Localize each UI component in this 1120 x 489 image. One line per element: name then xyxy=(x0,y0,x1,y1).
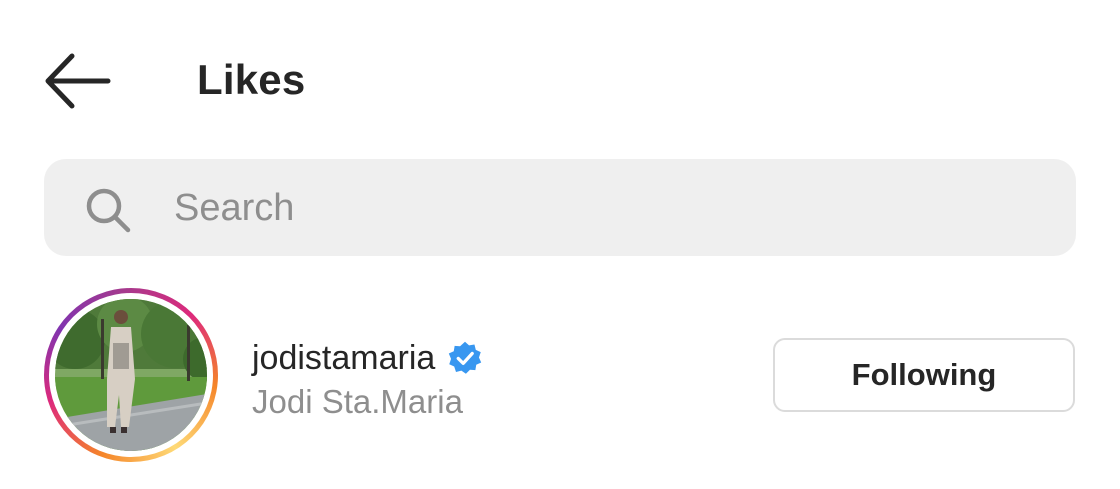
search-input[interactable] xyxy=(174,178,1054,238)
arrow-left-icon xyxy=(45,53,111,109)
avatar-ring-gap xyxy=(49,293,213,457)
avatar-story-ring[interactable] xyxy=(44,288,218,462)
page-title: Likes xyxy=(197,56,306,103)
following-button[interactable]: Following xyxy=(773,338,1075,412)
avatar xyxy=(55,299,207,451)
username-line: jodistamaria xyxy=(252,336,483,380)
username[interactable]: jodistamaria xyxy=(252,338,435,378)
full-name: Jodi Sta.Maria xyxy=(252,383,463,420)
header: Likes xyxy=(0,0,1120,160)
verified-badge-icon xyxy=(449,341,482,374)
back-button[interactable] xyxy=(40,48,112,114)
search-icon xyxy=(86,188,131,233)
